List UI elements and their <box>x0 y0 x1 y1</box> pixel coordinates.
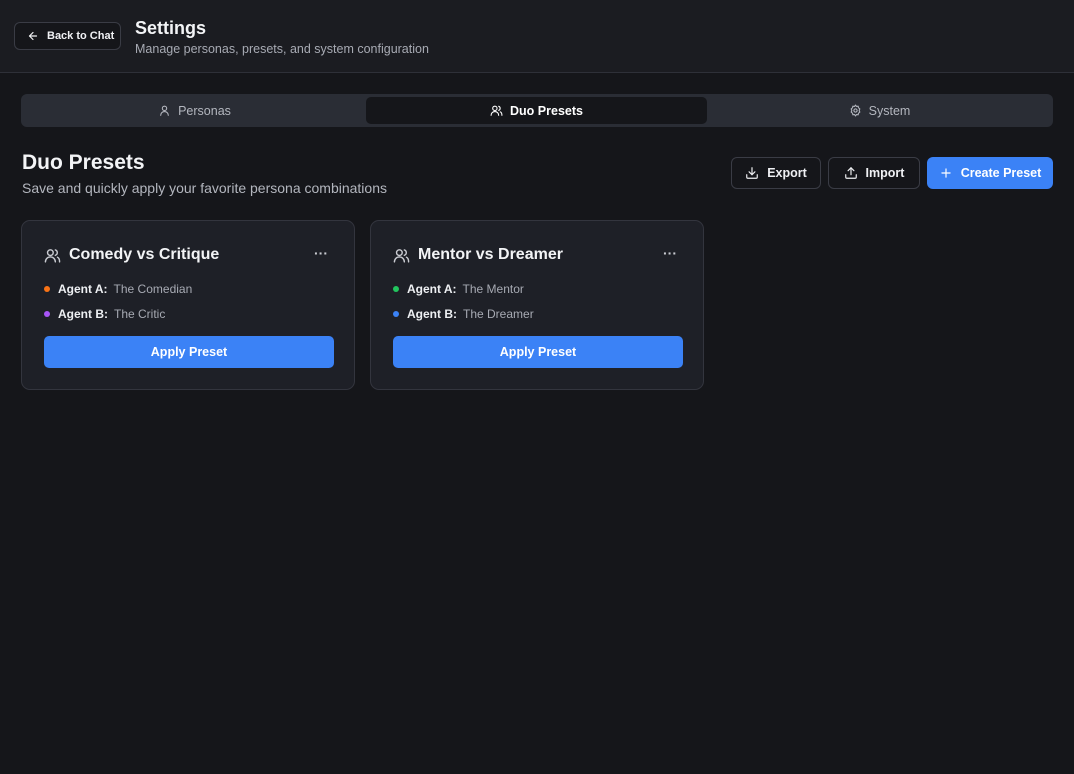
download-icon <box>746 167 759 179</box>
apply-preset-button[interactable]: Apply Preset <box>44 336 334 368</box>
export-label: Export <box>767 166 807 180</box>
agent-b-row: Agent B: The Critic <box>44 307 165 321</box>
agent-a-label: Agent A: <box>407 282 457 296</box>
preset-title: Mentor vs Dreamer <box>418 246 563 263</box>
agent-a-name: The Mentor <box>462 282 524 296</box>
section-title: Duo Presets <box>22 151 145 174</box>
page-subtitle: Manage personas, presets, and system con… <box>135 42 429 56</box>
page-title: Settings <box>135 18 207 38</box>
user-icon <box>160 105 169 116</box>
gear-icon <box>850 104 861 117</box>
preset-card: Comedy vs Critique ··· Agent A: The Come… <box>21 220 355 390</box>
apply-preset-button[interactable]: Apply Preset <box>393 336 683 368</box>
tab-system-label: System <box>868 103 911 118</box>
users-icon <box>490 105 503 116</box>
agent-a-row: Agent A: The Mentor <box>393 282 524 296</box>
agent-b-color-dot <box>44 311 50 317</box>
tab-duo-presets-label: Duo Presets <box>510 103 583 118</box>
preset-card: Mentor vs Dreamer ··· Agent A: The Mento… <box>370 220 704 390</box>
back-to-chat-label: Back to Chat <box>47 30 115 42</box>
top-bar: Back to Chat Settings Manage personas, p… <box>0 0 1074 73</box>
agent-a-label: Agent A: <box>58 282 108 296</box>
import-label: Import <box>865 166 905 180</box>
users-icon <box>44 248 61 263</box>
agent-a-row: Agent A: The Comedian <box>44 282 192 296</box>
agent-b-name: The Critic <box>114 307 166 321</box>
tab-personas-label: Personas <box>178 103 231 118</box>
agent-b-label: Agent B: <box>58 307 108 321</box>
upload-icon <box>844 167 857 179</box>
agent-a-color-dot <box>44 286 50 292</box>
create-preset-button[interactable]: Create Preset <box>927 157 1053 189</box>
export-button[interactable]: Export <box>731 157 821 189</box>
agent-b-name: The Dreamer <box>463 307 534 321</box>
section-subtitle: Save and quickly apply your favorite per… <box>22 180 387 196</box>
preset-card-header: Comedy vs Critique <box>44 246 219 264</box>
preset-title: Comedy vs Critique <box>69 246 220 263</box>
plus-icon <box>941 168 951 178</box>
agent-a-color-dot <box>393 286 399 292</box>
agent-b-row: Agent B: The Dreamer <box>393 307 534 321</box>
tab-duo-presets[interactable]: Duo Presets <box>366 97 707 124</box>
arrow-left-icon <box>28 31 38 41</box>
agent-b-label: Agent B: <box>407 307 457 321</box>
header-title-block: Settings Manage personas, presets, and s… <box>135 17 429 58</box>
back-to-chat-button[interactable]: Back to Chat <box>14 22 121 50</box>
agent-b-color-dot <box>393 311 399 317</box>
more-options-button[interactable]: ··· <box>663 245 677 261</box>
settings-tabs: Personas Duo Presets System <box>21 94 1053 127</box>
agent-a-name: The Comedian <box>113 282 193 296</box>
import-button[interactable]: Import <box>828 157 920 189</box>
tab-system[interactable]: System <box>709 97 1050 124</box>
more-options-button[interactable]: ··· <box>314 245 328 261</box>
create-preset-label: Create Preset <box>960 166 1042 180</box>
users-icon <box>393 248 410 263</box>
tab-personas[interactable]: Personas <box>24 97 365 124</box>
preset-card-header: Mentor vs Dreamer <box>393 246 563 264</box>
